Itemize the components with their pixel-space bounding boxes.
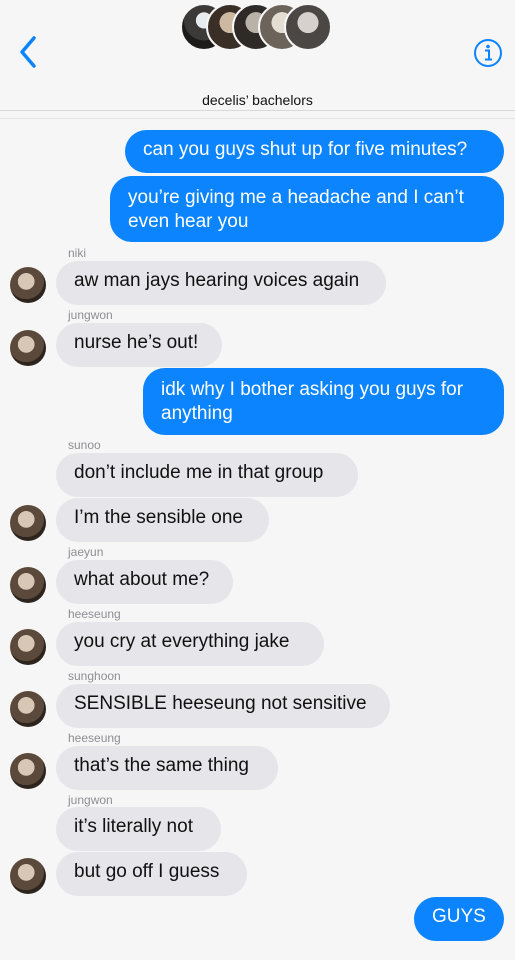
conversation-header: decelis’ bachelors	[0, 0, 515, 111]
message-text: aw man jays hearing voices again	[74, 270, 360, 291]
chevron-left-icon[interactable]	[14, 34, 44, 70]
incoming-message[interactable]: but go off I guess	[56, 852, 247, 896]
incoming-message[interactable]: I’m the sensible one	[56, 498, 269, 542]
avatar	[10, 567, 46, 603]
message-text: SENSIBLE heeseung not sensitive	[74, 693, 367, 714]
message-text: can you guys shut up for five minutes?	[143, 139, 468, 160]
incoming-message[interactable]: aw man jays hearing voices again	[56, 261, 386, 305]
incoming-message[interactable]: it’s literally not	[56, 807, 221, 851]
message-text-line: idk why I bother asking you guys for	[161, 379, 464, 400]
sender-name: jungwon	[68, 308, 113, 322]
message-text: it’s literally not	[74, 816, 193, 837]
message-text-line: even hear you	[128, 211, 249, 232]
message-text: but go off I guess	[74, 861, 220, 882]
avatar	[10, 858, 46, 894]
sender-name: heeseung	[68, 607, 121, 621]
group-avatars[interactable]	[180, 3, 340, 53]
outgoing-message[interactable]: can you guys shut up for five minutes?	[125, 130, 504, 173]
outgoing-message[interactable]: idk why I bother asking you guys for any…	[143, 368, 504, 435]
message-text: what about me?	[74, 569, 210, 590]
avatar	[10, 753, 46, 789]
sender-name: jaeyun	[68, 545, 104, 559]
outgoing-message[interactable]: you’re giving me a headache and I can’t …	[110, 176, 504, 242]
message-text: that’s the same thing	[74, 755, 249, 776]
sender-name: sunoo	[68, 438, 101, 452]
incoming-message[interactable]: nurse he’s out!	[56, 323, 222, 367]
group-name[interactable]: decelis’ bachelors	[0, 92, 515, 108]
incoming-message[interactable]: what about me?	[56, 560, 233, 604]
sender-name: heeseung	[68, 731, 121, 745]
message-text: you cry at everything jake	[74, 631, 290, 652]
message-text: GUYS	[432, 906, 486, 927]
avatar	[10, 691, 46, 727]
message-text: I’m the sensible one	[74, 507, 243, 528]
outgoing-message[interactable]: GUYS	[414, 897, 504, 941]
avatar	[10, 629, 46, 665]
avatar	[10, 505, 46, 541]
incoming-message[interactable]: that’s the same thing	[56, 746, 278, 790]
message-text-line: anything	[161, 403, 233, 424]
message-text: don’t include me in that group	[74, 462, 324, 483]
avatar	[10, 267, 46, 303]
avatar	[284, 3, 332, 51]
incoming-message[interactable]: don’t include me in that group	[56, 453, 358, 497]
sender-name: niki	[68, 246, 87, 260]
avatar	[10, 330, 46, 366]
sender-name: sunghoon	[68, 669, 121, 683]
divider	[0, 118, 515, 119]
message-text-line: you’re giving me a headache and I can’t	[128, 187, 464, 208]
incoming-message[interactable]: SENSIBLE heeseung not sensitive	[56, 684, 390, 728]
incoming-message[interactable]: you cry at everything jake	[56, 622, 324, 666]
info-icon[interactable]	[473, 38, 503, 68]
sender-name: jungwon	[68, 793, 113, 807]
message-text: nurse he’s out!	[74, 332, 199, 353]
